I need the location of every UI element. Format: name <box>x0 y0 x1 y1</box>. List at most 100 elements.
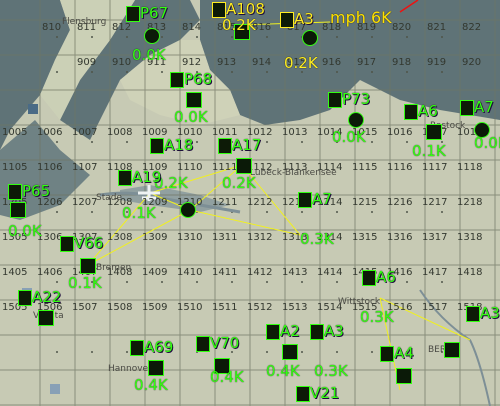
armor-icon <box>80 258 96 274</box>
infantry-icon <box>348 112 364 128</box>
grid-cell-number: 1116 <box>387 162 413 173</box>
unit-strength: 0.4K <box>210 368 244 386</box>
grid-cell-number: 1412 <box>247 267 273 278</box>
grid-cell-number: 1517 <box>422 302 448 313</box>
grid-cell-number: 1414 <box>317 267 343 278</box>
grid-cell-number: 1312 <box>247 232 273 243</box>
grid-cell-number: 822 <box>462 22 482 33</box>
unit-strength: 0.1K <box>122 204 156 222</box>
grid-cell-number: 1318 <box>457 232 483 243</box>
grid-cell-number: 1317 <box>422 232 448 243</box>
unit-code: A2 <box>280 322 300 340</box>
unit-flag-icon <box>362 270 376 286</box>
grid-cell-number: 1111 <box>212 162 238 173</box>
unit-code: P65 <box>22 182 51 200</box>
unit-flag-icon <box>196 336 210 352</box>
place-label: Flensburg <box>62 17 107 27</box>
unit-strength: 0.3K <box>300 230 334 248</box>
grid-cell-number: 1117 <box>422 162 448 173</box>
unit-flag-icon <box>170 72 184 88</box>
grid-cell-number: 913 <box>217 57 237 68</box>
unit-flag-icon <box>296 386 310 402</box>
infantry-icon <box>180 202 196 218</box>
unit-code: V66 <box>74 234 104 252</box>
unit-flag-icon <box>404 104 418 120</box>
unit-code: A7 <box>312 190 332 208</box>
wind-readout: mph 6K <box>330 8 392 27</box>
place-label: Wittstock <box>338 297 381 307</box>
grid-cell-number: 1106 <box>37 162 63 173</box>
grid-cell-number: 1316 <box>387 232 413 243</box>
grid-cell-number: 1409 <box>142 267 168 278</box>
grid-cell-number: 919 <box>427 57 447 68</box>
unit-code: P68 <box>184 70 213 88</box>
grid-cell-number: 1211 <box>212 197 238 208</box>
grid-cell-number: 1311 <box>212 232 238 243</box>
place-label: Lubeck-Blankensee <box>250 168 337 178</box>
unit-flag-icon <box>466 306 480 322</box>
unit-code: A22 <box>32 288 62 306</box>
unit-code: A3 <box>480 304 500 322</box>
place-label: Hannover <box>108 364 152 374</box>
unit-flag-icon <box>380 346 394 362</box>
grid-cell-number: 820 <box>392 22 412 33</box>
armor-icon <box>186 92 202 108</box>
armor-icon <box>426 124 442 140</box>
unit-strength: 0.1K <box>68 274 102 292</box>
grid-cell-number: 918 <box>392 57 412 68</box>
unit-flag-icon <box>280 12 294 28</box>
grid-cell-number: 1510 <box>177 302 203 313</box>
unit-code: A69 <box>144 338 174 356</box>
grid-cell-number: 1207 <box>72 197 98 208</box>
grid-cell-number: 1005 <box>2 127 28 138</box>
unit-flag-icon <box>310 324 324 340</box>
grid-cell-number: 1310 <box>177 232 203 243</box>
grid-cell-number: 1417 <box>422 267 448 278</box>
unit-strength: 0.4K <box>134 376 168 394</box>
unit-flag-icon <box>118 170 132 186</box>
unit-code: V21 <box>310 384 340 402</box>
unit-code: A17 <box>232 136 262 154</box>
armor-icon <box>396 368 412 384</box>
grid-cell-number: 1107 <box>72 162 98 173</box>
unit-flag-icon <box>460 100 474 116</box>
unit-flag-icon <box>150 138 164 154</box>
airfield-icon <box>28 104 38 114</box>
unit-strength: 0.2K <box>222 174 256 192</box>
grid-cell-number: 812 <box>112 22 132 33</box>
unit-flag-icon <box>266 324 280 340</box>
unit-strength: 0.0K <box>8 222 42 240</box>
grid-cell-number: 1006 <box>37 127 63 138</box>
grid-cell-number: 1405 <box>2 267 28 278</box>
unit-code: A19 <box>132 168 162 186</box>
airfield-icon <box>50 384 60 394</box>
grid-cell-number: 1511 <box>212 302 238 313</box>
unit-code: A3 <box>324 322 344 340</box>
infantry-icon <box>302 30 318 46</box>
grid-cell-number: 1105 <box>2 162 28 173</box>
unit-strength: 0.0K <box>474 134 500 152</box>
grid-cell-number: 1418 <box>457 267 483 278</box>
grid-cell-number: 1411 <box>212 267 238 278</box>
armor-icon <box>282 344 298 360</box>
tactical-map[interactable]: 810 811 812 813 814 815 816 817 818 819 820 821 822 9… <box>0 0 500 406</box>
grid-cell-number: 1008 <box>107 127 133 138</box>
infantry-icon <box>144 28 160 44</box>
unit-strength: 0.2K <box>222 16 256 34</box>
grid-cell-number: 1512 <box>247 302 273 313</box>
grid-cell-number: 1513 <box>282 302 308 313</box>
armor-icon <box>38 310 54 326</box>
unit-flag-icon <box>126 6 140 22</box>
grid-cell-number: 1007 <box>72 127 98 138</box>
unit-strength: 0.4K <box>266 362 300 380</box>
unit-code: P67 <box>140 4 169 22</box>
grid-cell-number: 1217 <box>422 197 448 208</box>
grid-cell-number: 914 <box>252 57 272 68</box>
unit-flag-icon <box>328 92 342 108</box>
unit-code: A3 <box>294 10 314 28</box>
armor-icon <box>236 158 252 174</box>
grid-cell-number: 1215 <box>352 197 378 208</box>
unit-flag-icon <box>298 192 312 208</box>
unit-strength: 0.0K <box>332 128 366 146</box>
unit-code: A18 <box>164 136 194 154</box>
